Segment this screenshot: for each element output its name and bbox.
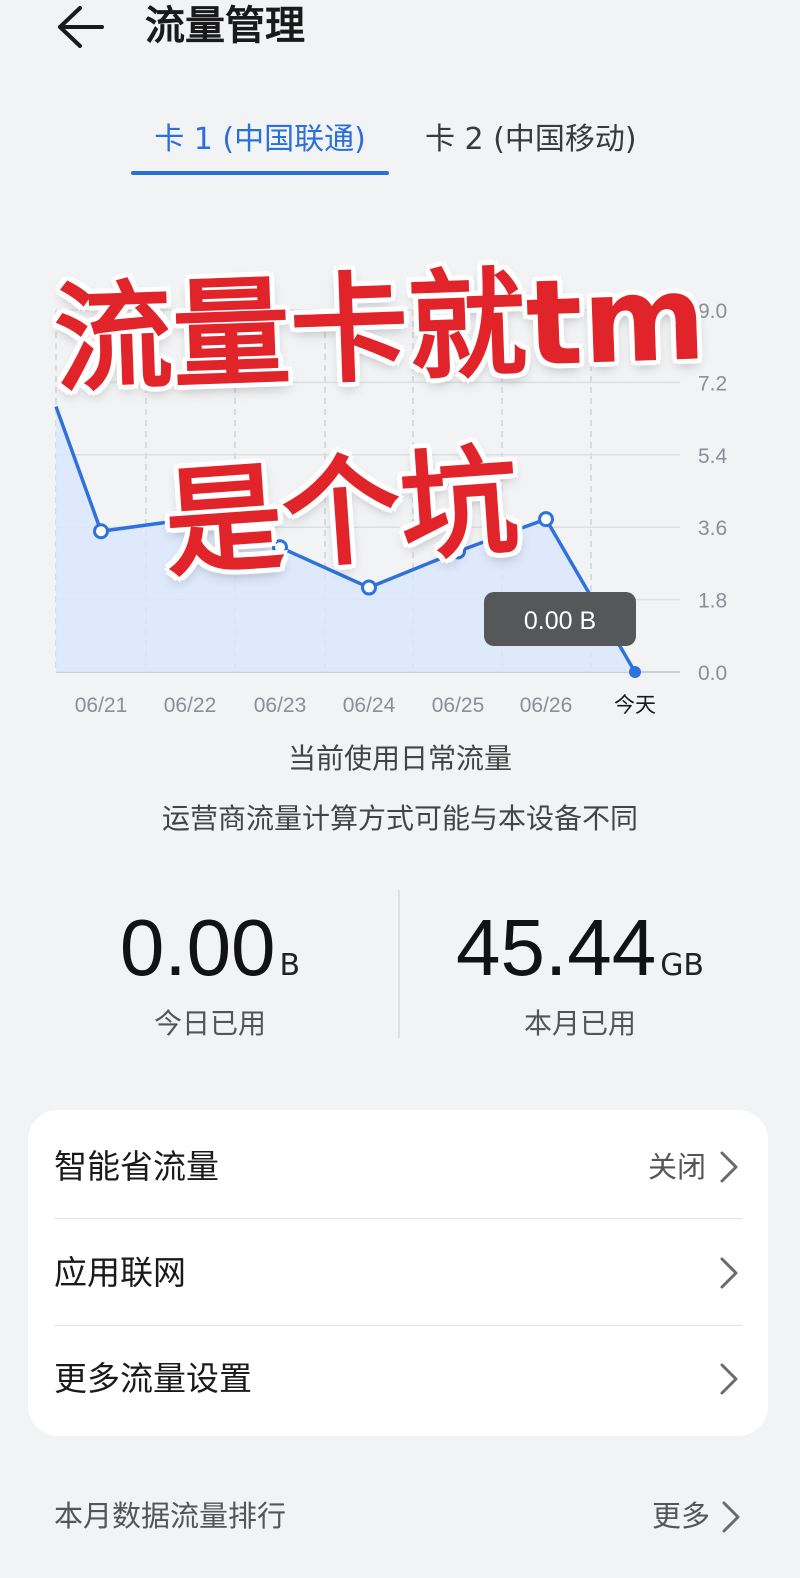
x-tick-label: 06/25: [432, 694, 485, 717]
data-point: [538, 511, 554, 528]
smart-save-row[interactable]: 智能省流量 关闭: [28, 1114, 768, 1220]
usage-mode-note: 当前使用日常流量: [287, 742, 512, 775]
month-usage-value: 45.44: [455, 903, 657, 992]
app-network-label: 应用联网: [54, 1253, 186, 1292]
more-settings-label: 更多流量设置: [54, 1359, 252, 1398]
x-tick-label: 06/23: [254, 694, 307, 717]
usage-chart: 9.0 7.2 5.4 3.6 1.8 0.0 06/21 06/22 06/23 06/24 06…: [0, 280, 800, 730]
monthly-ranking-header: 本月数据流量排行 更多: [0, 1488, 800, 1548]
tab-sim-2[interactable]: 卡 2 (中国移动): [425, 115, 637, 177]
x-tick-label: 今天: [614, 694, 656, 717]
today-usage-value: 0.00: [119, 903, 276, 992]
carrier-note: 运营商流量计算方式可能与本设备不同: [161, 802, 638, 835]
usage-line-chart: 9.0 7.2 5.4 3.6 1.8 0.0 06/21 06/22 06/23 06/24 06…: [54, 300, 728, 717]
smart-save-label: 智能省流量: [54, 1147, 219, 1186]
ranking-more-link[interactable]: 更多: [652, 1488, 710, 1544]
chevron-right-icon: [720, 1151, 738, 1183]
chevron-right-icon: [720, 1363, 738, 1395]
y-tick-label: 9.0: [698, 300, 727, 323]
chevron-right-icon: [720, 1257, 738, 1289]
tab-sim-1[interactable]: 卡 1 (中国联通): [131, 115, 389, 177]
today-usage-label: 今日已用: [153, 1007, 266, 1040]
month-usage-label: 本月已用: [523, 1007, 636, 1040]
back-button[interactable]: [52, 2, 108, 52]
smart-save-value: 关闭: [647, 1150, 706, 1184]
top-bar: 流量管理: [0, 0, 800, 60]
data-point: [93, 523, 109, 540]
data-point: [272, 539, 288, 556]
x-tick-label: 06/21: [75, 694, 128, 717]
y-tick-label: 7.2: [698, 372, 727, 395]
monthly-ranking-title: 本月数据流量排行: [54, 1499, 287, 1533]
today-usage: 0.00 B 今日已用: [60, 900, 360, 1042]
row-separator: [54, 1218, 742, 1219]
stats-divider: [398, 890, 400, 1038]
data-point: [450, 543, 466, 560]
month-usage: 45.44 GB 本月已用: [420, 900, 740, 1042]
x-tick-label: 06/26: [520, 694, 573, 717]
settings-card: 智能省流量 关闭 应用联网 更多流量设置: [28, 1110, 768, 1436]
more-settings-row[interactable]: 更多流量设置: [28, 1326, 768, 1432]
x-tick-label: 06/24: [343, 694, 396, 717]
data-point: [361, 579, 377, 596]
y-tick-label: 1.8: [698, 590, 727, 613]
today-usage-unit: B: [279, 948, 301, 983]
month-usage-unit: GB: [660, 948, 705, 983]
tooltip-text: 0.00 B: [524, 607, 596, 635]
data-point-today: [629, 666, 641, 678]
page-title: 流量管理: [145, 3, 305, 49]
sim-tabs: 卡 1 (中国联通) 卡 2 (中国移动): [0, 115, 800, 177]
chevron-right-icon[interactable]: [720, 1500, 742, 1534]
y-tick-label: 0.0: [698, 662, 727, 685]
data-point: [182, 511, 198, 528]
y-tick-label: 3.6: [698, 517, 727, 540]
arrow-left-icon: [58, 6, 104, 48]
app-network-row[interactable]: 应用联网: [28, 1220, 768, 1326]
y-tick-label: 5.4: [698, 445, 728, 468]
x-tick-label: 06/22: [164, 694, 217, 717]
